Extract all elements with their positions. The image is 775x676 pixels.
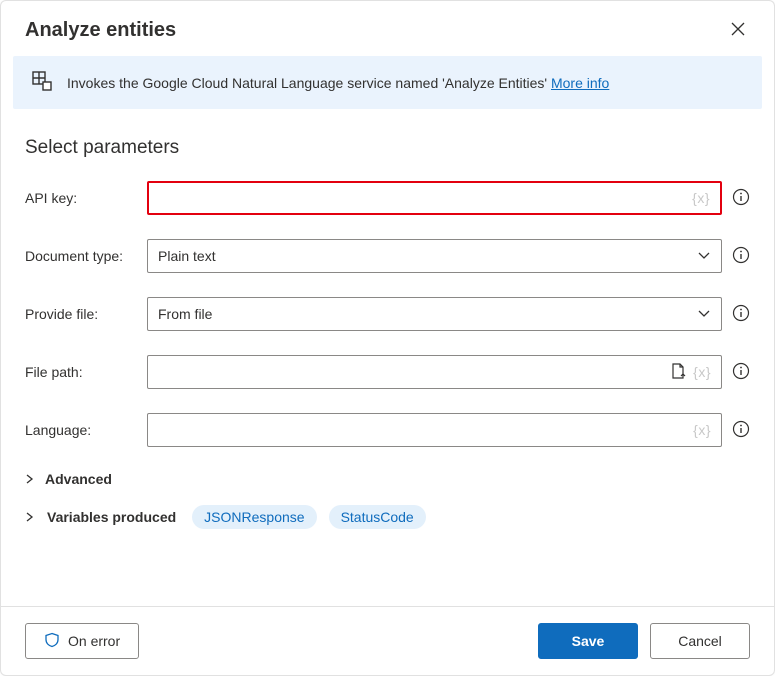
chevron-right-icon (25, 509, 35, 525)
row-language: Language: {x} (25, 413, 750, 447)
input-api-key-wrap[interactable]: {x} (147, 181, 722, 215)
select-document-type-value: Plain text (158, 248, 695, 264)
info-icon[interactable] (732, 246, 750, 267)
banner-text: Invokes the Google Cloud Natural Languag… (67, 75, 609, 91)
dialog-footer: On error Save Cancel (1, 606, 774, 675)
info-icon[interactable] (732, 304, 750, 325)
label-api-key: API key: (25, 190, 147, 206)
shield-icon (44, 632, 60, 651)
output-chip-status[interactable]: StatusCode (329, 505, 426, 529)
section-title: Select parameters (25, 137, 750, 159)
chevron-down-icon (695, 248, 713, 265)
label-document-type: Document type: (25, 248, 147, 264)
banner-text-content: Invokes the Google Cloud Natural Languag… (67, 75, 551, 91)
save-button[interactable]: Save (538, 623, 638, 659)
dialog-title: Analyze entities (25, 19, 176, 42)
dialog-header: Analyze entities (1, 1, 774, 56)
expander-advanced-label: Advanced (45, 471, 112, 487)
select-provide-file[interactable]: From file (147, 297, 722, 331)
info-banner: Invokes the Google Cloud Natural Languag… (13, 56, 762, 109)
cancel-button[interactable]: Cancel (650, 623, 750, 659)
input-file-path-wrap[interactable]: {x} (147, 355, 722, 389)
more-info-link[interactable]: More info (551, 75, 609, 91)
chevron-right-icon (25, 471, 35, 487)
row-provide-file: Provide file: From file (25, 297, 750, 331)
info-icon[interactable] (732, 362, 750, 383)
variable-token-icon[interactable]: {x} (693, 364, 713, 380)
row-document-type: Document type: Plain text (25, 239, 750, 273)
chevron-down-icon (695, 306, 713, 323)
expander-variables-label: Variables produced (47, 509, 176, 525)
input-api-key[interactable] (159, 189, 692, 207)
label-provide-file: Provide file: (25, 306, 147, 322)
label-language: Language: (25, 422, 147, 438)
close-icon (730, 21, 746, 37)
output-chip-json[interactable]: JSONResponse (192, 505, 316, 529)
row-file-path: File path: {x} (25, 355, 750, 389)
on-error-label: On error (68, 633, 120, 649)
input-language[interactable] (158, 421, 693, 439)
variable-token-icon[interactable]: {x} (693, 422, 713, 438)
cancel-label: Cancel (678, 633, 722, 649)
info-icon[interactable] (732, 188, 750, 209)
variable-token-icon[interactable]: {x} (692, 190, 712, 206)
close-button[interactable] (726, 17, 750, 44)
row-api-key: API key: {x} (25, 181, 750, 215)
dialog-body: Select parameters API key: {x} Document … (1, 109, 774, 606)
save-label: Save (572, 633, 605, 649)
info-icon[interactable] (732, 420, 750, 441)
expander-advanced[interactable]: Advanced (25, 471, 750, 487)
file-picker-icon[interactable] (669, 362, 693, 383)
input-language-wrap[interactable]: {x} (147, 413, 722, 447)
select-document-type[interactable]: Plain text (147, 239, 722, 273)
dialog: Analyze entities Invokes the Google Clou… (0, 0, 775, 676)
input-file-path[interactable] (158, 363, 669, 381)
on-error-button[interactable]: On error (25, 623, 139, 659)
select-provide-file-value: From file (158, 306, 695, 322)
expander-variables[interactable]: Variables produced JSONResponse StatusCo… (25, 505, 750, 529)
action-icon (31, 70, 53, 95)
label-file-path: File path: (25, 364, 147, 380)
